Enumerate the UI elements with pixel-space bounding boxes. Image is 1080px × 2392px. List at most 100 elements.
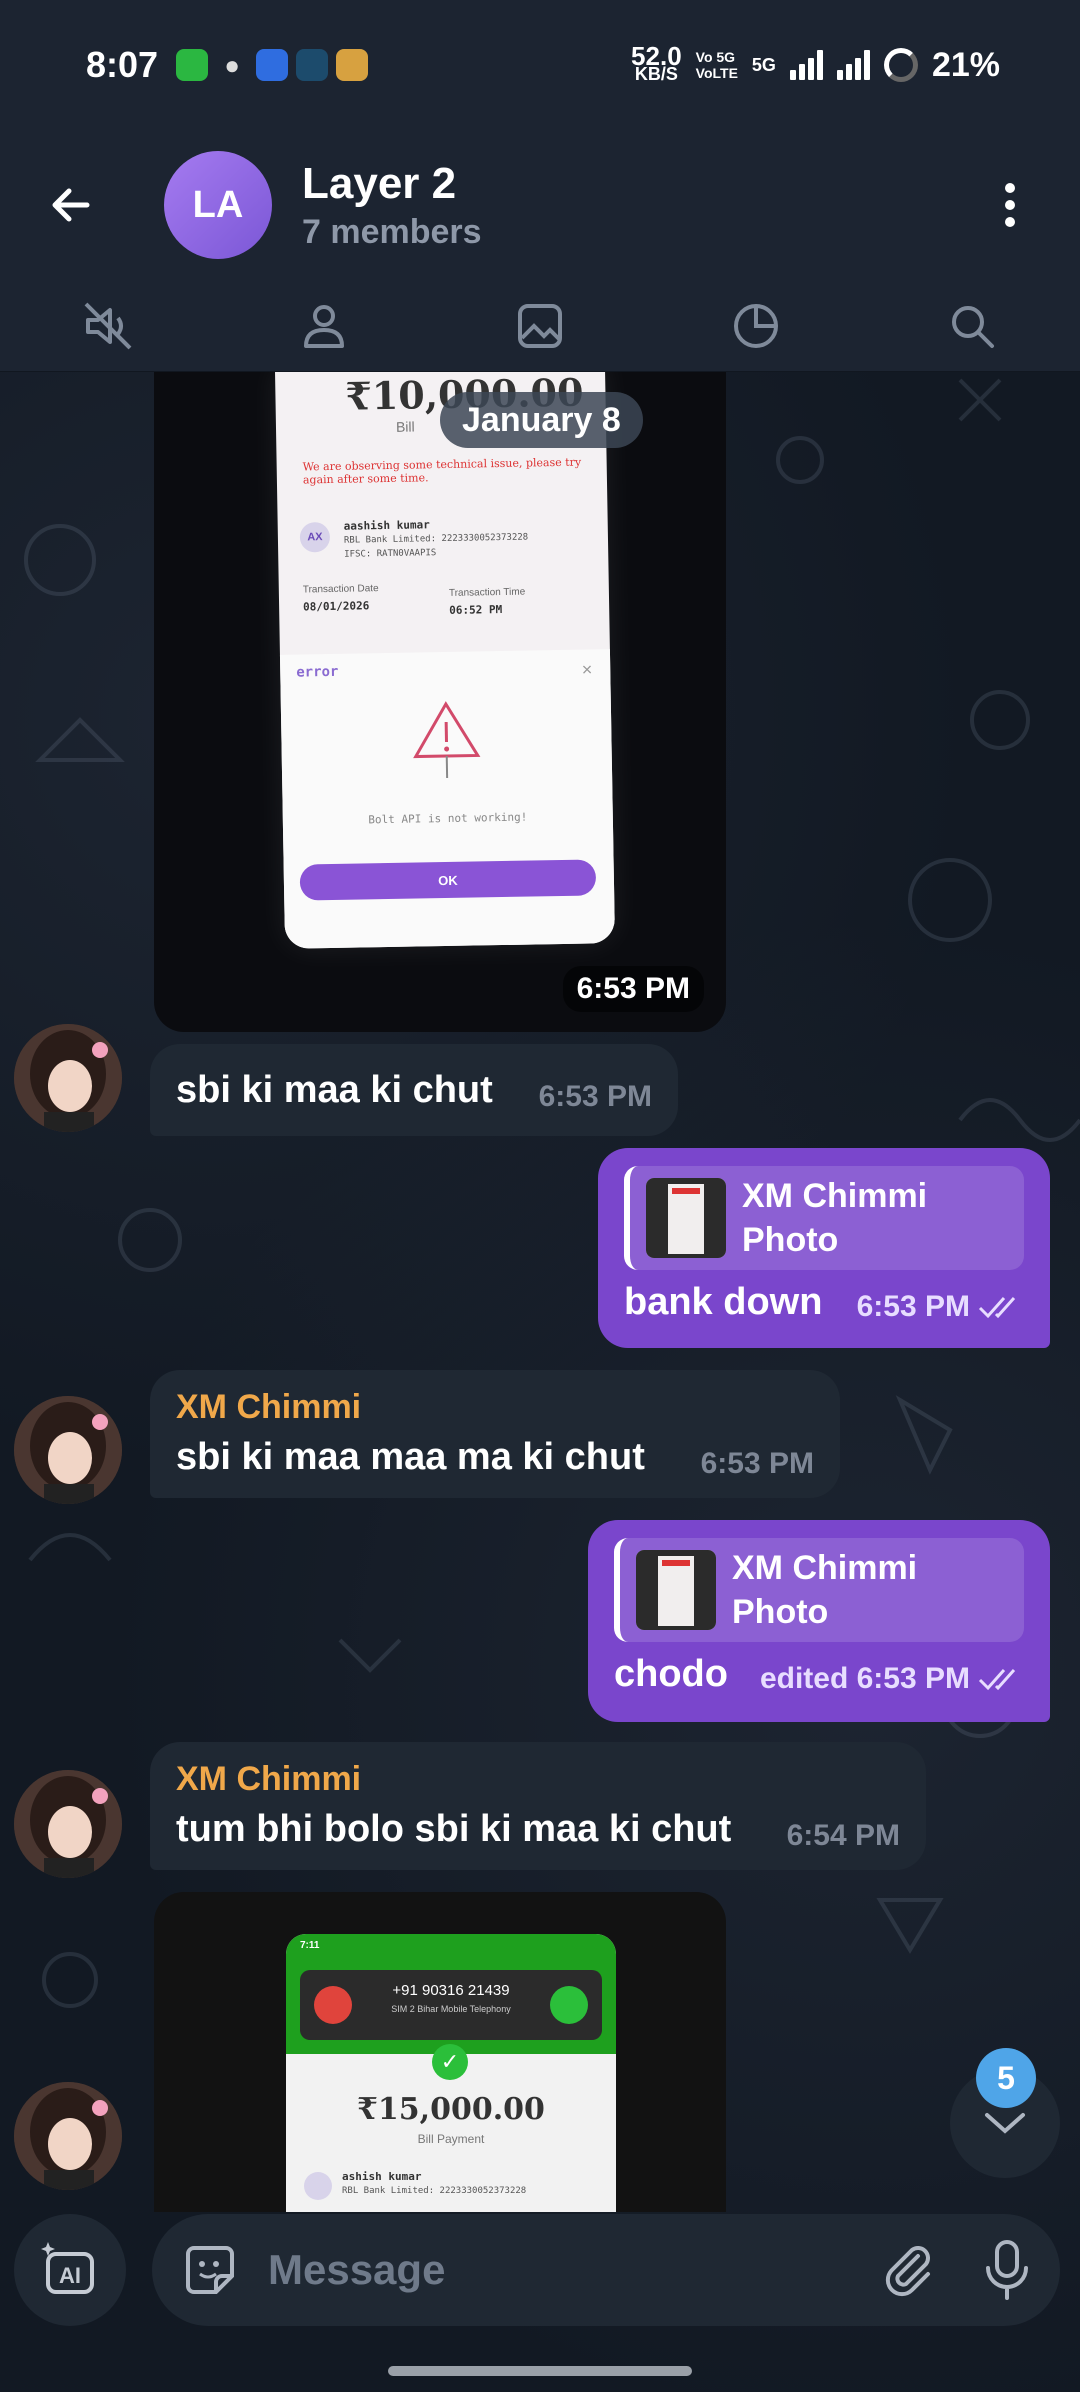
net-speed-unit: KB/S [634,64,678,84]
ai-label: AI [59,2263,81,2288]
group-avatar[interactable]: LA [164,151,272,259]
photo2-bill: Bill Payment [417,2132,485,2146]
message-time: 6:53 PM [538,1080,652,1113]
reply-preview[interactable]: XM Chimmi Photo [614,1538,1024,1642]
payment-screenshot: ₹10,000.00 Bill We are observing some te… [274,372,616,949]
sender-avatar[interactable] [14,1024,122,1132]
more-menu-button[interactable] [980,160,1040,250]
members-button[interactable] [279,286,369,366]
ai-sparkle-icon: AI [41,2242,94,2294]
chat-title: Layer 2 [302,158,457,208]
warning-icon [413,701,481,778]
qube-app-icon [296,49,329,81]
mute-button[interactable] [63,286,153,366]
error-dialog-title: error [296,663,339,681]
game-app-icon [336,49,369,81]
avatar-image [14,2082,122,2190]
sender-name[interactable]: XM Chimmi [176,1760,900,1799]
back-button[interactable] [16,150,126,260]
sticker-icon[interactable] [180,2240,240,2300]
volte-indicator: Vo 5G VoLTE [696,49,738,81]
sender-avatar[interactable] [14,2082,122,2190]
message-time: 6:53 PM [700,1447,814,1480]
image-icon [518,303,562,348]
net-speed-value: 52.0 [631,41,682,71]
statistics-button[interactable] [711,286,801,366]
reply-type: Photo [732,1593,829,1631]
message-time: edited 6:53 PM [759,1662,970,1695]
error-dialog-message: Bolt API is not working! [368,810,528,827]
status-time: 8:07 [86,44,159,85]
photo1-txn-time-label: Transaction Time [448,586,526,599]
message-bubble[interactable]: XM Chimmi tum bhi bolo sbi ki maa ki chu… [150,1742,926,1870]
accept-call-icon [550,1986,588,2024]
photo1-name: aashish kumar [343,518,430,533]
back-arrow-icon [52,188,90,222]
message-text: chodo [614,1652,728,1695]
sender-name[interactable]: XM Chimmi [176,1388,814,1427]
reply-type: Photo [742,1221,839,1259]
message-text: bank down [624,1280,823,1323]
sender-avatar[interactable] [14,1396,122,1504]
photo1-txn-date: 08/01/2026 [303,599,370,614]
photo2-avatar [304,2172,332,2200]
person-icon [304,304,344,348]
network-type: 5G [751,55,776,75]
status-bar: 8:07 ● 52.0 KB/S Vo 5G VoLTE 5G 21% [0,0,1080,130]
signal-strength-icon-2 [836,50,870,80]
chat-header: LA Layer 2 7 members [0,130,1080,280]
unread-badge: 5 [976,2048,1036,2108]
photo2-name: ashish kumar [342,2170,422,2183]
message-text: sbi ki maa maa ma ki chut [176,1435,645,1478]
whatsapp-icon [176,49,209,81]
pie-chart-icon [734,303,778,348]
photo1-ifsc: IFSC: RATN0VAAPIS [344,548,437,560]
mute-icon [84,302,132,349]
message-time: 6:53 PM [856,1290,970,1323]
reply-sender-name: XM Chimmi [732,1549,918,1587]
message-bubble[interactable]: sbi ki maa ki chut 6:53 PM [150,1044,678,1136]
message-text: sbi ki maa ki chut [176,1068,493,1111]
photo2-bank: RBL Bank Limited: 2223330052373228 [342,2186,527,2196]
avatar-image [14,1396,122,1504]
search-icon [952,305,994,348]
home-indicator[interactable] [388,2366,692,2376]
signal-strength-icon [789,50,823,80]
attach-icon[interactable] [878,2240,938,2300]
double-check-icon [978,1297,1016,1319]
sender-avatar[interactable] [14,1770,122,1878]
reply-thumbnail [636,1550,716,1630]
avatar-image [14,1770,122,1878]
error-dialog-ok-button: OK [299,859,597,901]
network-speed: 52.0 KB/S [631,41,682,84]
double-check-icon [978,1669,1016,1691]
battery-percent: 21% [931,45,1000,84]
chat-actions-bar [0,280,1080,372]
volte-line-2: VoLTE [695,65,738,81]
chevron-down-icon [985,2113,1025,2134]
ai-button[interactable]: AI [14,2214,126,2326]
app-notification-icon [256,49,289,81]
reply-sender-name: XM Chimmi [742,1177,928,1215]
photo-message-1[interactable]: ₹10,000.00 Bill We are observing some te… [154,372,726,1032]
search-button[interactable] [927,286,1017,366]
volte-line-1: Vo 5G [695,49,736,65]
message-composer [152,2214,1060,2326]
media-button[interactable] [495,286,585,366]
message-input[interactable] [268,2246,828,2294]
photo-message-2[interactable]: 7:11 +91 90316 21439 SIM 2 Bihar Mobile … [154,1892,726,2212]
outgoing-message-bubble[interactable]: XM Chimmi Photo chodo edited 6:53 PM [588,1520,1050,1722]
success-check-icon: ✓ [432,2044,468,2080]
more-vertical-icon [1005,183,1015,227]
photo2-amount: ₹15,000.00 [357,2092,545,2127]
date-separator: January 8 [440,392,643,448]
photo1-time: 6:53 PM [562,966,704,1012]
photo1-txn-time: 06:52 PM [449,602,503,617]
reply-preview[interactable]: XM Chimmi Photo [624,1166,1024,1270]
microphone-icon[interactable] [982,2238,1032,2302]
chat-title-area[interactable]: Layer 2 7 members [302,159,482,252]
member-count: 7 members [302,212,482,251]
photo1-avatar: AX [299,521,331,553]
outgoing-message-bubble[interactable]: XM Chimmi Photo bank down 6:53 PM [598,1148,1050,1348]
message-bubble[interactable]: XM Chimmi sbi ki maa maa ma ki chut 6:53… [150,1370,840,1498]
